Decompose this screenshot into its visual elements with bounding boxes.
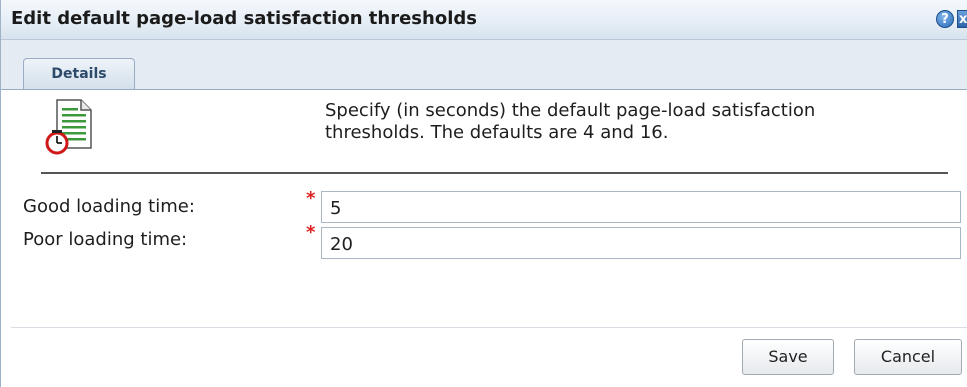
dialog-titlebar: Edit default page-load satisfaction thre…: [1, 0, 967, 40]
close-icon[interactable]: x: [957, 10, 967, 28]
poor-loading-time-input[interactable]: [321, 227, 961, 259]
description-text: Specify (in seconds) the default page-lo…: [325, 100, 955, 144]
section-divider: [41, 172, 948, 174]
document-clock-icon: [45, 99, 92, 155]
good-required-marker: *: [306, 188, 316, 209]
dialog-title: Edit default page-load satisfaction thre…: [11, 8, 477, 29]
description-line-2: thresholds. The defaults are 4 and 16.: [325, 122, 669, 143]
footer-separator: [11, 327, 967, 328]
description-line-1: Specify (in seconds) the default page-lo…: [325, 100, 816, 121]
threshold-dialog: Edit default page-load satisfaction thre…: [0, 0, 967, 387]
help-icon[interactable]: ?: [936, 10, 954, 28]
tab-details[interactable]: Details: [23, 58, 135, 90]
cancel-button[interactable]: Cancel: [854, 339, 962, 375]
good-loading-time-label: Good loading time:: [23, 196, 195, 217]
tab-strip: Details: [1, 40, 967, 90]
good-loading-time-input[interactable]: [321, 191, 961, 223]
save-button[interactable]: Save: [742, 339, 834, 375]
poor-required-marker: *: [306, 222, 316, 243]
poor-loading-time-label: Poor loading time:: [23, 229, 188, 250]
